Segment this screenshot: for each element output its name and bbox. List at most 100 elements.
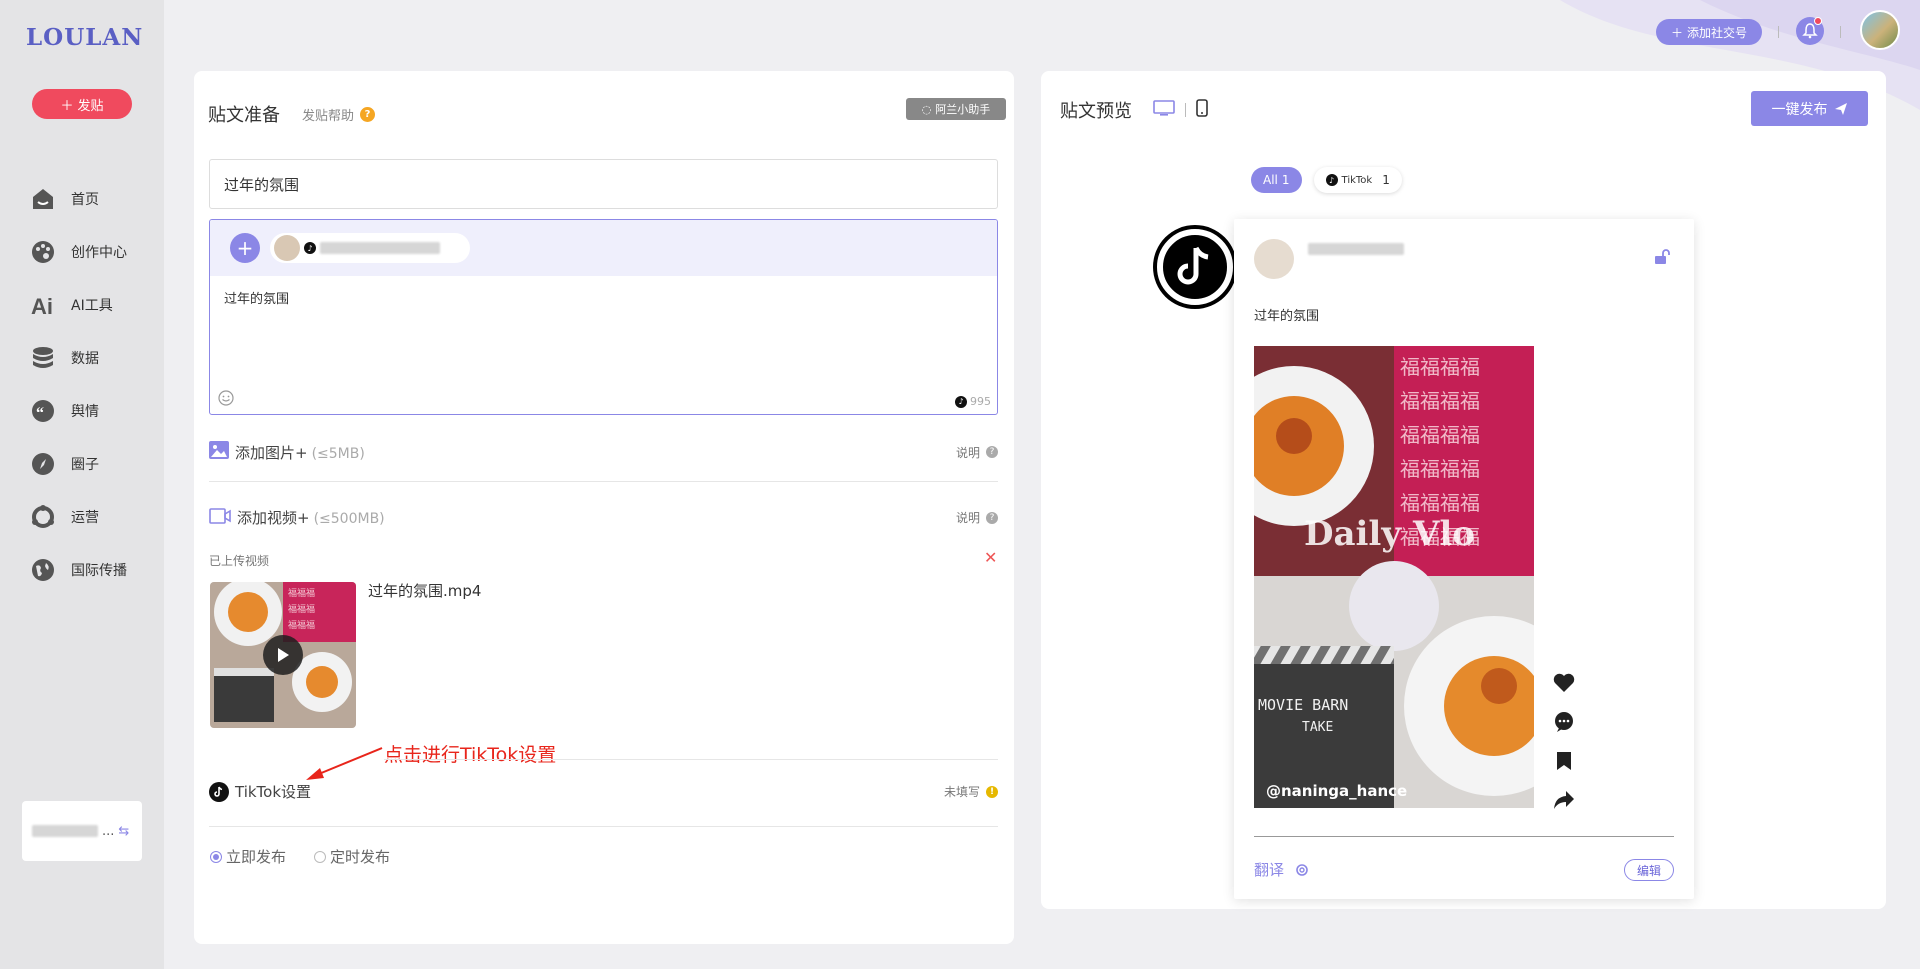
filter-count: 1 [1382,173,1390,187]
preview-video[interactable]: 福福福福 福福福福 福福福福 福福福福 福福福福 福福福福 Daily Vlo MOVI… [1254,346,1534,808]
post-title-input[interactable]: 过年的氛围 [209,159,998,209]
svg-text:福福福: 福福福 [288,587,315,599]
sidebar-item-label: 运营 [71,509,99,526]
unlock-icon[interactable] [1654,249,1670,269]
new-post-button[interactable]: ＋ 发贴 [32,89,132,119]
publish-button-label: 一键发布 [1771,101,1828,118]
content-editor[interactable]: + ♪ 过年的氛围 ♪ 995 [209,219,998,415]
bookmark-icon[interactable] [1552,749,1576,773]
one-click-publish-button[interactable]: 一键发布 [1751,91,1868,126]
char-count: ♪ 995 [955,395,991,408]
sidebar-item-label: 舆情 [71,403,99,420]
tiktok-settings-label: TikTok设置 [235,783,312,801]
add-image-help[interactable]: 说明 ? [956,444,998,461]
tiktok-settings-row[interactable]: TikTok设置 未填写 ! [209,781,998,802]
home-icon [30,186,56,212]
question-icon: ? [360,107,376,122]
filter-tiktok[interactable]: ♪ TikTok 1 [1313,167,1402,193]
tiktok-icon: ♪ [304,242,316,254]
heart-icon[interactable] [1552,671,1576,695]
svg-text:“: “ [36,405,44,422]
image-icon[interactable] [209,441,229,463]
account-name-redacted [1308,243,1404,255]
sidebar-item-sentiment[interactable]: “ 舆情 [30,384,127,437]
radio-checked-icon [210,850,222,863]
add-video-row: 添加视频+ (≤500MB) 说明 ? [209,507,998,528]
post-help-label: 发贴帮助 [302,109,355,124]
annotation-text: 点击进行TikTok设置 [384,744,557,766]
account-name: ... [102,823,115,839]
add-social-label: 添加社交号 [1687,25,1748,40]
tiktok-icon [209,781,229,802]
svg-text:福福福: 福福福 [288,603,315,615]
video-filename: 过年的氛围.mp4 [368,582,482,600]
sidebar-item-label: 圈子 [71,456,99,473]
post-help-link[interactable]: 发贴帮助 ? [302,105,376,124]
video-thumbnail[interactable]: 福福福 福福福 福福福 [210,582,356,728]
svg-text:福福福福: 福福福福 [1400,457,1480,481]
sidebar-item-data[interactable]: 数据 [30,331,127,384]
emoji-icon[interactable] [218,390,234,410]
content-text[interactable]: 过年的氛围 [210,276,997,319]
add-video-limit: (≤500MB) [313,511,385,527]
translate-button[interactable]: 翻译 [1254,859,1310,880]
preview-title: 贴文预览 [1060,101,1132,122]
video-overlay-take-text: TAKE [1302,720,1334,735]
platform-filter: All 1 ♪ TikTok 1 [1251,167,1402,193]
sidebar-nav: 首页 创作中心 Ai AI工具 数据 “ 舆情 圈子 运营 国际传播 [30,172,127,596]
switch-icon[interactable]: ⇆ [118,824,129,839]
plus-icon: ＋ [1670,25,1683,40]
publish-mode-group: 立即发布 定时发布 [210,846,390,867]
logo: LOULAN [26,24,144,51]
add-social-account-button[interactable]: ＋ 添加社交号 [1656,19,1762,45]
warning-icon: ! [986,785,998,798]
share-icon[interactable] [1552,788,1576,812]
add-video-help[interactable]: 说明 ? [956,509,998,526]
publish-now-radio[interactable]: 立即发布 [210,846,286,867]
user-avatar[interactable] [1860,10,1900,50]
selected-account-chip[interactable]: ♪ [270,233,470,263]
preview-video-frame: 福福福福福福福福福福福福 福福福福福福福福福福福福 [1254,346,1534,808]
notification-bell[interactable] [1796,17,1824,45]
operations-icon [30,504,56,530]
char-count-value: 995 [970,395,991,408]
sidebar-item-label: 创作中心 [71,244,127,261]
sidebar-item-ai-tools[interactable]: Ai AI工具 [30,278,127,331]
preview-caption: 过年的氛围 [1254,309,1320,324]
help-note-label: 说明 [955,511,980,525]
filter-all[interactable]: All 1 [1251,167,1302,193]
divider [1185,103,1186,117]
filter-label: All [1263,173,1278,187]
sidebar-item-creation[interactable]: 创作中心 [30,225,127,278]
remove-video-icon[interactable]: ✕ [984,548,997,567]
device-toggle-group [1153,99,1208,121]
comment-icon[interactable] [1552,710,1576,734]
add-account-button[interactable]: + [230,233,260,263]
account-name-redacted [320,242,440,254]
question-icon: ? [986,446,998,458]
sidebar-item-circles[interactable]: 圈子 [30,437,127,490]
add-video-button[interactable]: 添加视频+ (≤500MB) [237,507,385,528]
topbar-divider [1840,26,1841,38]
desktop-icon[interactable] [1153,100,1175,120]
add-image-button[interactable]: 添加图片+ (≤5MB) [235,442,365,463]
edit-button[interactable]: 编辑 [1624,859,1674,881]
publish-scheduled-radio[interactable]: 定时发布 [314,846,390,867]
sidebar-item-operations[interactable]: 运营 [30,490,127,543]
assistant-button[interactable]: ◌ 阿兰小助手 [906,98,1006,120]
svg-text:福福福福: 福福福福 [1400,355,1480,379]
settings-gear-icon[interactable] [1294,862,1310,878]
avatar [1254,239,1294,279]
annotation-arrow-icon [306,747,383,780]
mobile-icon[interactable] [1196,99,1208,121]
play-button[interactable] [263,635,303,675]
compass-icon [30,451,56,477]
send-icon [1834,102,1847,115]
sidebar-item-home[interactable]: 首页 [30,172,127,225]
tiktok-icon: ♪ [955,395,967,408]
sidebar: LOULAN ＋ 发贴 首页 创作中心 Ai AI工具 数据 “ 舆情 圈子 运… [0,0,164,969]
sidebar-item-international[interactable]: 国际传播 [30,543,127,596]
help-note-label: 说明 [955,445,980,460]
video-icon[interactable] [209,507,231,528]
current-account-card[interactable]: ... ⇆ [22,801,142,861]
